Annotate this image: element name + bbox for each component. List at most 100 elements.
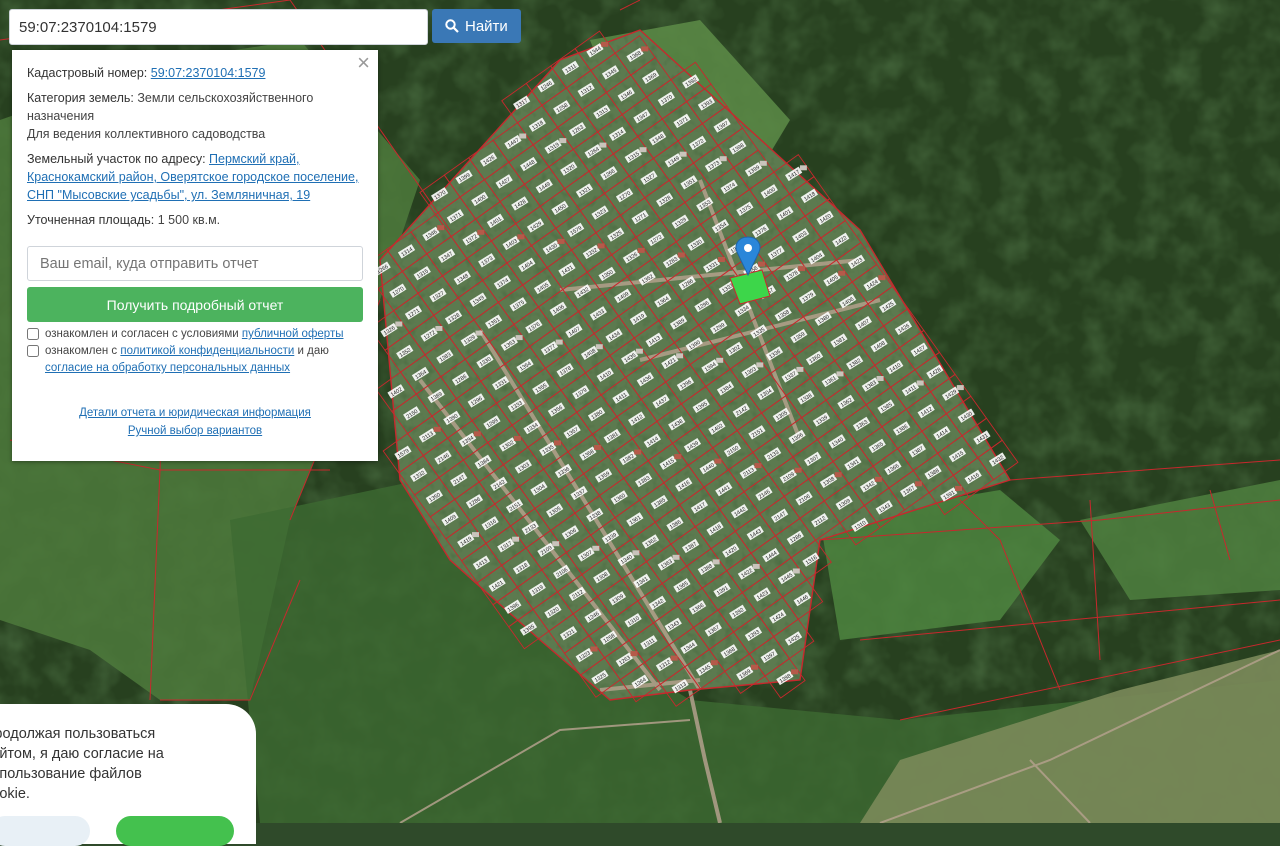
search-bar: Найти [9,9,521,45]
details-link[interactable]: Детали отчета и юридическая информация [79,407,311,419]
house-roof [676,353,684,359]
info-panel: × Кадастровый номер: 59:07:2370104:1579 … [12,50,378,461]
offer-link[interactable]: публичной оферты [242,328,344,340]
category-label: Категория земель: [27,91,134,105]
house-roof [639,147,647,153]
area-row: Уточненная площадь: 1 500 кв.м. [27,211,363,229]
house-roof [635,348,643,354]
cadastral-label: Кадастровый номер: [27,66,148,80]
house-roof [512,536,520,542]
house-roof [717,257,725,262]
house-roof [834,472,842,478]
manual-select-link[interactable]: Ручной выбор вариантов [128,425,262,437]
search-button[interactable]: Найти [432,9,521,43]
house-roof [874,476,882,482]
house-roof [758,261,765,267]
house-roof [519,133,527,139]
house-roof [754,463,762,469]
house-roof [554,440,561,446]
house-roof [634,449,642,455]
house-roof [599,142,607,148]
consent-offer-checkbox[interactable] [27,328,39,340]
category-row: Категория земель: Земли сельскохозяйстве… [27,89,363,143]
house-roof [475,330,483,336]
purpose-value: Для ведения коллективного садоводства [27,127,266,141]
house-roof [437,225,445,231]
house-roof [517,234,525,240]
house-roof [751,664,758,670]
area-value: 1 500 кв.м. [157,213,221,227]
house-roof [637,247,645,253]
house-roof [670,655,678,661]
house-roof [712,559,720,565]
house-roof [878,275,886,281]
house-roof [594,445,602,450]
house-roof [798,266,806,272]
house-roof [472,532,479,538]
house-roof [836,371,844,377]
house-roof [515,335,523,341]
house-roof [916,380,924,386]
house-roof [595,344,603,350]
house-roof [557,238,565,244]
house-roof [435,326,443,331]
house-roof [716,357,724,363]
house-roof [601,41,609,47]
cadastral-row: Кадастровый номер: 59:07:2370104:1579 [27,64,363,82]
house-roof [796,366,804,372]
house-roof [473,431,481,437]
house-roof [956,385,964,391]
house-roof [555,339,563,345]
house-roof [710,660,718,666]
consent-privacy: ознакомлен с политикой конфиденциальност… [27,343,363,377]
house-roof [876,376,884,381]
house-roof [955,485,962,491]
search-icon [445,19,459,33]
consent-offer: ознакомлен и согласен с условиями публич… [27,326,363,343]
house-roof [559,138,567,144]
house-roof [433,426,441,432]
close-icon[interactable]: × [357,52,370,74]
house-roof [590,646,598,652]
cookie-accept-button[interactable] [116,816,234,846]
address-row: Земельный участок по адресу: Пермский кр… [27,150,363,204]
house-roof [799,165,807,171]
cookie-secondary-button[interactable] [0,816,90,846]
house-roof [592,545,600,551]
house-roof [714,458,722,464]
house-roof [752,563,760,569]
cookie-text: Продолжая пользоваться сайтом, я даю сог… [0,726,164,802]
house-roof [791,669,799,675]
house-roof [641,46,649,52]
house-roof [674,454,682,460]
address-label: Земельный участок по адресу: [27,152,206,166]
cookie-banner: Продолжая пользоваться сайтом, я даю сог… [0,704,256,846]
house-roof [632,550,640,556]
consent-offer-text: ознакомлен и согласен с условиями [45,328,239,340]
consent-privacy-mid: и даю [297,345,329,357]
house-roof [477,229,485,235]
email-field[interactable] [27,246,363,281]
house-roof [672,554,680,560]
house-roof [794,467,802,473]
consent-privacy-checkbox[interactable] [27,345,39,357]
area-label: Уточненная площадь: [27,213,155,227]
search-input[interactable] [9,9,428,45]
house-roof [719,156,727,162]
get-report-button[interactable]: Получить подробный отчет [27,287,363,322]
personal-data-link[interactable]: согласие на обработку персональных данны… [45,362,290,374]
house-roof [630,651,638,657]
house-roof [677,252,685,258]
house-roof [597,243,605,249]
house-roof [792,568,800,574]
house-roof [395,321,403,327]
house-roof [914,481,922,487]
house-roof [759,160,767,166]
house-roof [513,435,521,441]
privacy-link[interactable]: политикой конфиденциальности [120,345,294,357]
house-roof [552,541,560,547]
house-roof [756,362,764,368]
house-roof [679,151,687,157]
consent-privacy-text: ознакомлен с [45,345,118,357]
cadastral-link[interactable]: 59:07:2370104:1579 [151,66,266,80]
